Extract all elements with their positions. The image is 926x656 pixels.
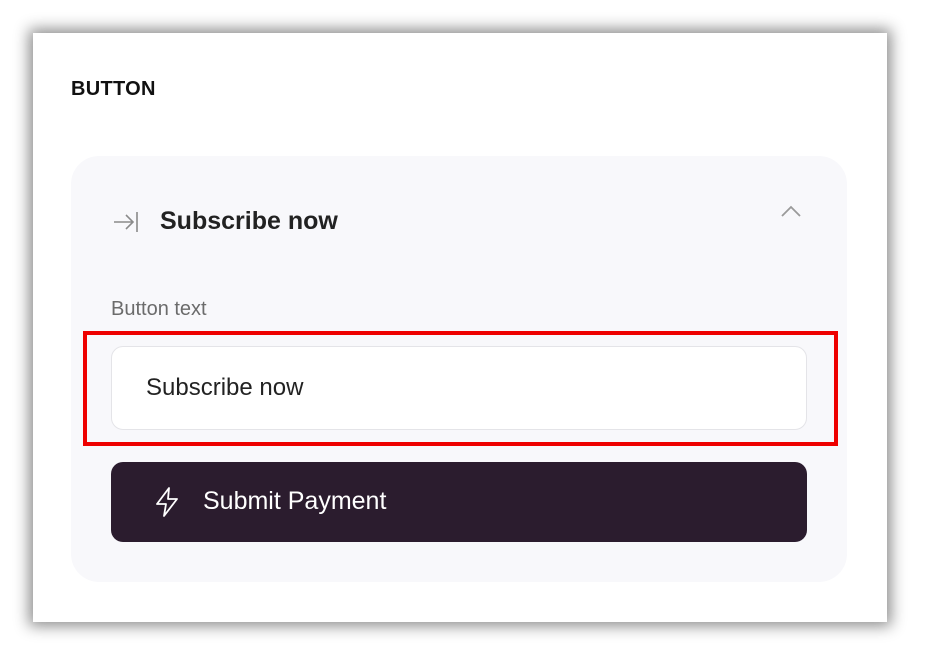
button-settings-card: Subscribe now Button text Submit Payment [71, 156, 847, 582]
settings-panel: BUTTON Subscribe now Button text Subscri… [33, 33, 887, 622]
button-text-label: Button text [111, 298, 207, 320]
arrow-to-line-icon [111, 208, 141, 236]
card-header[interactable]: Subscribe now [111, 202, 807, 242]
section-title: BUTTON [71, 78, 156, 100]
chevron-up-icon[interactable] [779, 202, 803, 222]
card-title: Subscribe now [160, 207, 338, 235]
button-text-field-wrapper [111, 346, 807, 430]
submit-payment-button[interactable]: Submit Payment [111, 462, 807, 542]
lightning-bolt-icon [153, 486, 181, 518]
submit-button-label: Submit Payment [203, 487, 387, 515]
button-text-input[interactable] [112, 347, 806, 429]
